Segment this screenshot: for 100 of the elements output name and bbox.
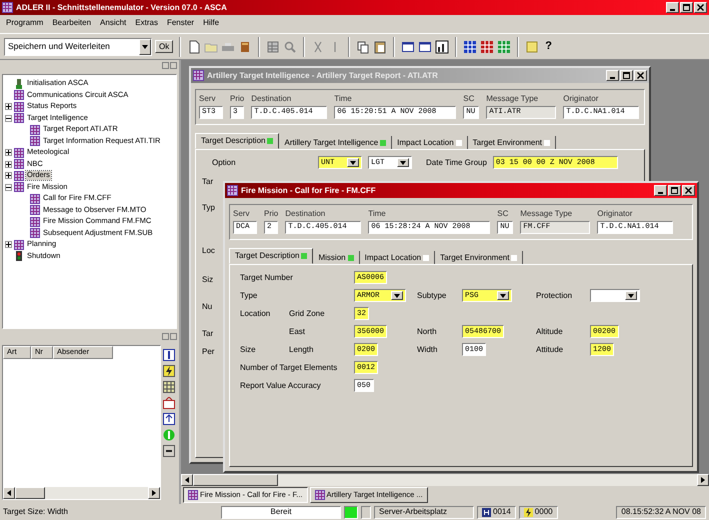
inbox-icon[interactable] — [163, 397, 175, 409]
counter-text: 0014 — [493, 507, 511, 517]
table-icon[interactable] — [266, 40, 280, 54]
paste-icon[interactable] — [373, 40, 388, 54]
collapse-button[interactable] — [5, 184, 12, 191]
minus-icon[interactable] — [163, 445, 175, 457]
minimize-button[interactable] — [666, 2, 679, 13]
field-label: Message Type — [486, 94, 540, 104]
copy-icon[interactable] — [356, 40, 370, 54]
field-label: Target Number — [240, 273, 294, 282]
menu-item[interactable]: Ansicht — [100, 18, 126, 30]
expand-button[interactable] — [5, 241, 12, 248]
tab[interactable]: Impact Location — [360, 251, 436, 264]
grid-icon[interactable] — [163, 381, 175, 393]
h-icon — [482, 508, 491, 516]
right-arrow-icon — [701, 477, 705, 483]
grid-icon — [30, 205, 40, 216]
panel-close-button[interactable] — [170, 333, 177, 340]
expand-button[interactable] — [5, 160, 12, 168]
tab[interactable]: Target Environment — [468, 136, 556, 150]
minimize-button[interactable] — [606, 70, 619, 81]
close-button[interactable] — [634, 70, 647, 81]
document-icon[interactable] — [187, 40, 202, 54]
status-panel — [361, 506, 371, 518]
tab[interactable]: Target Description — [195, 133, 280, 150]
caret-icon — [350, 160, 356, 165]
expand-button[interactable] — [5, 172, 12, 180]
grid-icon — [30, 216, 40, 227]
expand-button[interactable] — [5, 149, 12, 156]
field-label: SC — [497, 209, 510, 218]
horizontal-scrollbar[interactable] — [3, 487, 160, 499]
tab[interactable]: Impact Location — [392, 136, 468, 150]
field-label: Option — [212, 158, 237, 168]
field-label: Prio — [264, 209, 278, 218]
window-icon[interactable] — [401, 40, 416, 54]
tab[interactable]: Mission — [313, 251, 360, 264]
expand-button[interactable] — [5, 103, 12, 110]
minus-icon — [6, 116, 11, 121]
menu-item[interactable]: Programm — [6, 18, 44, 30]
close-icon — [697, 4, 704, 11]
field-label: Length — [289, 345, 314, 354]
field-label: Originator — [597, 209, 634, 218]
window-title: Artillery Target Intelligence - Artillery Target Report - ATI.ATR — [207, 70, 438, 80]
grid-icon — [14, 170, 24, 181]
plus-icon — [6, 104, 11, 110]
status-text: Bereit — [221, 506, 341, 518]
field-label: East — [289, 327, 306, 336]
close-button[interactable] — [694, 2, 707, 13]
help-button[interactable]: ? — [542, 40, 555, 53]
panel-close-button[interactable] — [170, 62, 177, 69]
minus-icon — [6, 184, 11, 190]
dropdown[interactable] — [590, 289, 640, 302]
menu-item[interactable]: Extras — [135, 18, 158, 30]
panel-minimize-button[interactable] — [162, 62, 169, 69]
horizontal-scrollbar[interactable] — [181, 474, 709, 486]
window-icon[interactable] — [418, 40, 432, 54]
collapse-button[interactable] — [5, 114, 12, 122]
chart-icon[interactable] — [435, 40, 450, 54]
field-label: Serv — [233, 209, 250, 218]
maximize-button[interactable] — [668, 185, 681, 196]
ok-button[interactable]: Ok — [155, 40, 174, 54]
field-label: Date Time Group — [426, 158, 487, 168]
field-label: Time — [334, 94, 353, 104]
field-label: Destination — [285, 209, 326, 218]
field-label: North — [417, 327, 438, 336]
tab[interactable]: Artillery Target Intelligence — [279, 136, 392, 150]
minimize-button[interactable] — [654, 185, 667, 196]
field-label: Siz — [202, 274, 214, 284]
grid-icon — [30, 136, 40, 146]
grid-icon — [30, 194, 40, 204]
caret-icon — [142, 44, 148, 48]
action-dropdown[interactable]: Speichern und Weiterleiten — [4, 38, 152, 56]
maximize-icon — [683, 4, 690, 11]
lightning-icon[interactable] — [163, 365, 175, 377]
menu-item[interactable]: Hilfe — [203, 18, 220, 30]
window-icon — [227, 185, 238, 196]
maximize-button[interactable] — [680, 2, 693, 13]
grid-icon — [14, 113, 24, 124]
field-label: Message Type — [520, 209, 574, 218]
maximize-icon — [671, 187, 678, 194]
grid-icon — [14, 90, 24, 100]
tab[interactable]: Target Environment — [435, 251, 524, 264]
traffic-light-icon — [14, 251, 24, 262]
field-label: Report Value Accuracy — [240, 381, 322, 390]
field-label: Per — [202, 346, 214, 356]
menu-item[interactable]: Fenster — [166, 18, 194, 30]
menu-item[interactable]: Bearbeiten — [52, 18, 92, 30]
info-icon[interactable] — [163, 349, 175, 361]
field-label: Protection — [536, 291, 574, 300]
grid-icon — [30, 228, 40, 238]
maximize-button[interactable] — [620, 70, 633, 81]
panel-minimize-button[interactable] — [162, 333, 169, 340]
outbox-icon[interactable] — [163, 413, 175, 425]
tab[interactable]: Target Description — [229, 248, 314, 264]
plus-icon — [6, 173, 11, 178]
close-button[interactable] — [682, 185, 695, 196]
caret-icon — [628, 294, 634, 298]
field-label: Location — [240, 309, 272, 318]
caret-icon — [500, 294, 506, 298]
window-icon — [193, 70, 204, 81]
